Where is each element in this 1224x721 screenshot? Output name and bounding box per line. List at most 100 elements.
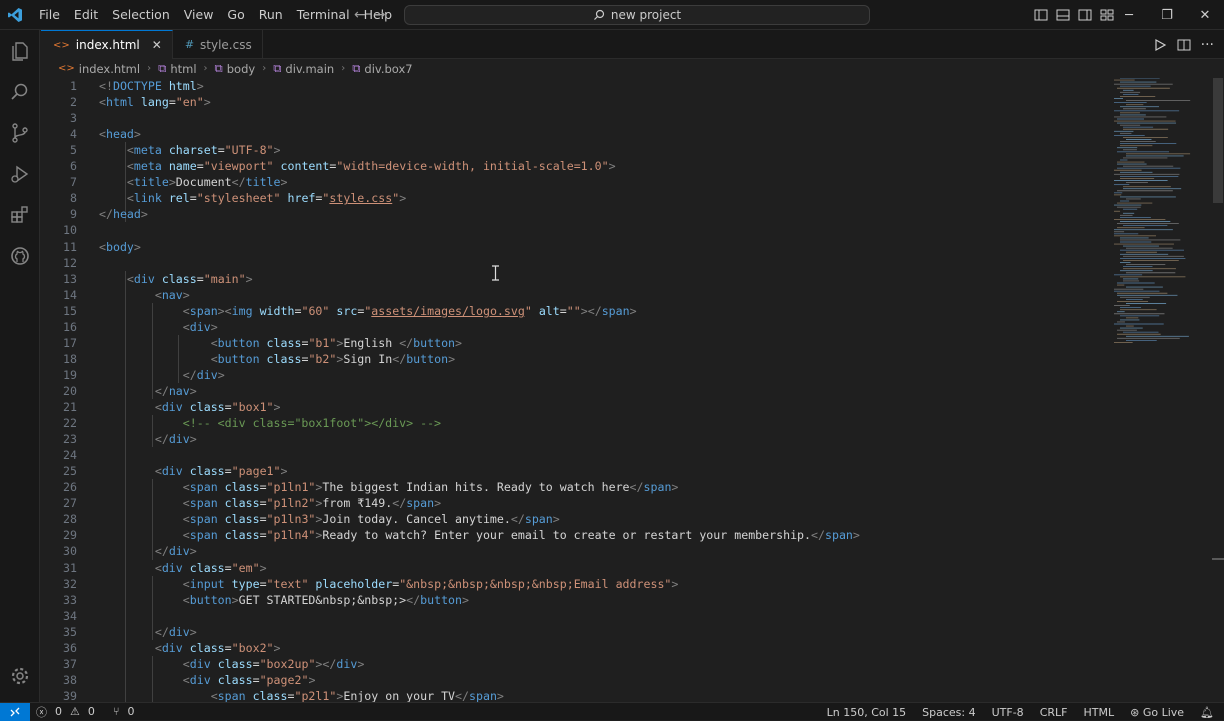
language-mode[interactable]: HTML: [1083, 706, 1114, 719]
code-line[interactable]: 32 <input type="text" placeholder="&nbsp…: [41, 576, 1111, 592]
back-arrow-icon[interactable]: ←: [354, 7, 366, 23]
code-line[interactable]: 8 <link rel="stylesheet" href="style.css…: [41, 190, 1111, 206]
line-ending[interactable]: CRLF: [1040, 706, 1068, 719]
go-live-button[interactable]: ⊛ Go Live: [1130, 706, 1184, 719]
code-line[interactable]: 10: [41, 222, 1111, 238]
menu-run[interactable]: Run: [252, 0, 290, 30]
menu-go[interactable]: Go: [220, 0, 251, 30]
explorer-icon[interactable]: [0, 30, 40, 71]
code-line[interactable]: 31 <div class="em">: [41, 560, 1111, 576]
tab-style-css[interactable]: # style.css: [173, 30, 263, 59]
forward-arrow-icon[interactable]: →: [374, 7, 386, 23]
encoding[interactable]: UTF-8: [992, 706, 1024, 719]
breadcrumb-item[interactable]: body: [227, 62, 255, 76]
line-number: 5: [70, 143, 77, 158]
line-number: 12: [63, 255, 77, 270]
menu-selection[interactable]: Selection: [105, 0, 177, 30]
code-line[interactable]: 12: [41, 255, 1111, 271]
code-line[interactable]: 15 <span><img width="60" src="assets/ima…: [41, 303, 1111, 319]
code-line[interactable]: 33 <button>GET STARTED&nbsp;&nbsp;></but…: [41, 592, 1111, 608]
breadcrumb-item[interactable]: index.html: [79, 62, 140, 76]
code-line[interactable]: 25 <div class="page1">: [41, 463, 1111, 479]
code-line[interactable]: 24: [41, 447, 1111, 463]
code-line[interactable]: 23 </div>: [41, 431, 1111, 447]
code-line[interactable]: 16 <div>: [41, 319, 1111, 335]
tab-index-html[interactable]: <> index.html ✕: [41, 30, 173, 59]
code-line[interactable]: 9 </head>: [41, 206, 1111, 222]
window-controls: ─ ❐ ✕: [1110, 0, 1224, 30]
line-number: 30: [63, 544, 77, 559]
code-line[interactable]: 4 <head>: [41, 126, 1111, 142]
code-line[interactable]: 38 <div class="page2">: [41, 672, 1111, 688]
line-number: 21: [63, 400, 77, 414]
breadcrumb-item[interactable]: div.box7: [364, 62, 412, 76]
line-number: 11: [63, 239, 77, 254]
run-debug-icon[interactable]: [0, 153, 40, 194]
code-line[interactable]: 21 <div class="box1">: [41, 399, 1111, 415]
close-tab-icon[interactable]: ✕: [152, 38, 162, 52]
code-line[interactable]: 1 <!DOCTYPE html>: [41, 78, 1111, 94]
scrollbar-thumb[interactable]: [1213, 78, 1223, 203]
command-center[interactable]: new project: [404, 5, 870, 25]
code-editor[interactable]: 1 <!DOCTYPE html> 2 <html lang="en"> 3 4 <head…: [41, 78, 1224, 704]
code-line[interactable]: 28 <span class="p1ln3">Join today. Cance…: [41, 511, 1111, 527]
search-icon[interactable]: [0, 71, 40, 112]
code-line[interactable]: 5 <meta charset="UTF-8">: [41, 142, 1111, 158]
menu-terminal[interactable]: Terminal: [290, 0, 357, 30]
code-line[interactable]: 20 </nav>: [41, 383, 1111, 399]
chevron-right-icon: ›: [262, 63, 267, 74]
code-line[interactable]: 11 <body>: [41, 239, 1111, 255]
menu-edit[interactable]: Edit: [67, 0, 105, 30]
code-line[interactable]: 7 <title>Document</title>: [41, 174, 1111, 190]
code-line[interactable]: 3: [41, 110, 1111, 126]
code-line[interactable]: 34: [41, 608, 1111, 624]
minimize-icon[interactable]: ─: [1110, 0, 1148, 30]
toggle-primary-sidebar-icon[interactable]: [1034, 8, 1048, 22]
source-control-icon[interactable]: [0, 112, 40, 153]
more-actions-icon[interactable]: ···: [1201, 37, 1214, 53]
line-number: 36: [63, 640, 77, 655]
indentation[interactable]: Spaces: 4: [922, 706, 975, 719]
code-line[interactable]: 18 <button class="b2">Sign In</button>: [41, 351, 1111, 367]
code-line[interactable]: 19 </div>: [41, 367, 1111, 383]
code-line[interactable]: 26 <span class="p1ln1">The biggest India…: [41, 479, 1111, 495]
line-number: 35: [63, 624, 77, 639]
menu-view[interactable]: View: [177, 0, 221, 30]
breadcrumb-item[interactable]: div.main: [285, 62, 334, 76]
code-line[interactable]: 30 </div>: [41, 543, 1111, 559]
notifications-bell-icon[interactable]: 🔔︎: [1200, 706, 1214, 719]
code-line[interactable]: 22 <!-- <div class="box1foot"></div> -->: [41, 415, 1111, 431]
code-text: <button class="b1">English </button>: [210, 335, 463, 350]
code-text: <span class="p1ln2">from ₹149.</span>: [182, 496, 442, 511]
line-number: 16: [63, 319, 77, 334]
toggle-secondary-sidebar-icon[interactable]: [1078, 8, 1092, 22]
code-line[interactable]: 2 <html lang="en">: [41, 94, 1111, 110]
problems-indicator[interactable]: ⓧ 0 ⚠ 0 ⑂ 0: [36, 704, 134, 720]
line-number: 9: [70, 207, 77, 222]
menu-file[interactable]: File: [32, 0, 67, 30]
split-editor-icon[interactable]: [1177, 38, 1191, 52]
code-line[interactable]: 13 <div class="main">: [41, 271, 1111, 287]
code-line[interactable]: 27 <span class="p1ln2">from ₹149.</span>: [41, 495, 1111, 511]
code-line[interactable]: 35 </div>: [41, 624, 1111, 640]
code-line[interactable]: 17 <button class="b1">English </button>: [41, 335, 1111, 351]
remote-indicator-icon[interactable]: [0, 702, 30, 721]
code-line[interactable]: 14 <nav>: [41, 287, 1111, 303]
toggle-panel-icon[interactable]: [1056, 8, 1070, 22]
vertical-scrollbar[interactable]: [1212, 78, 1224, 702]
run-icon[interactable]: [1153, 38, 1167, 52]
github-icon[interactable]: [0, 235, 40, 276]
code-line[interactable]: 37 <div class="box2up"></div>: [41, 656, 1111, 672]
breadcrumb-item[interactable]: html: [170, 62, 196, 76]
extensions-icon[interactable]: [0, 194, 40, 235]
code-text: <meta charset="UTF-8">: [126, 143, 281, 158]
code-line[interactable]: 36 <div class="box2">: [41, 640, 1111, 656]
code-line[interactable]: 29 <span class="p1ln4">Ready to watch? E…: [41, 527, 1111, 543]
line-number: 10: [63, 223, 77, 238]
minimap[interactable]: [1112, 78, 1212, 358]
restore-icon[interactable]: ❐: [1148, 0, 1186, 30]
code-line[interactable]: 6 <meta name="viewport" content="width=d…: [41, 158, 1111, 174]
cursor-position[interactable]: Ln 150, Col 15: [827, 706, 907, 719]
settings-gear-icon[interactable]: [0, 655, 40, 696]
close-window-icon[interactable]: ✕: [1186, 0, 1224, 30]
